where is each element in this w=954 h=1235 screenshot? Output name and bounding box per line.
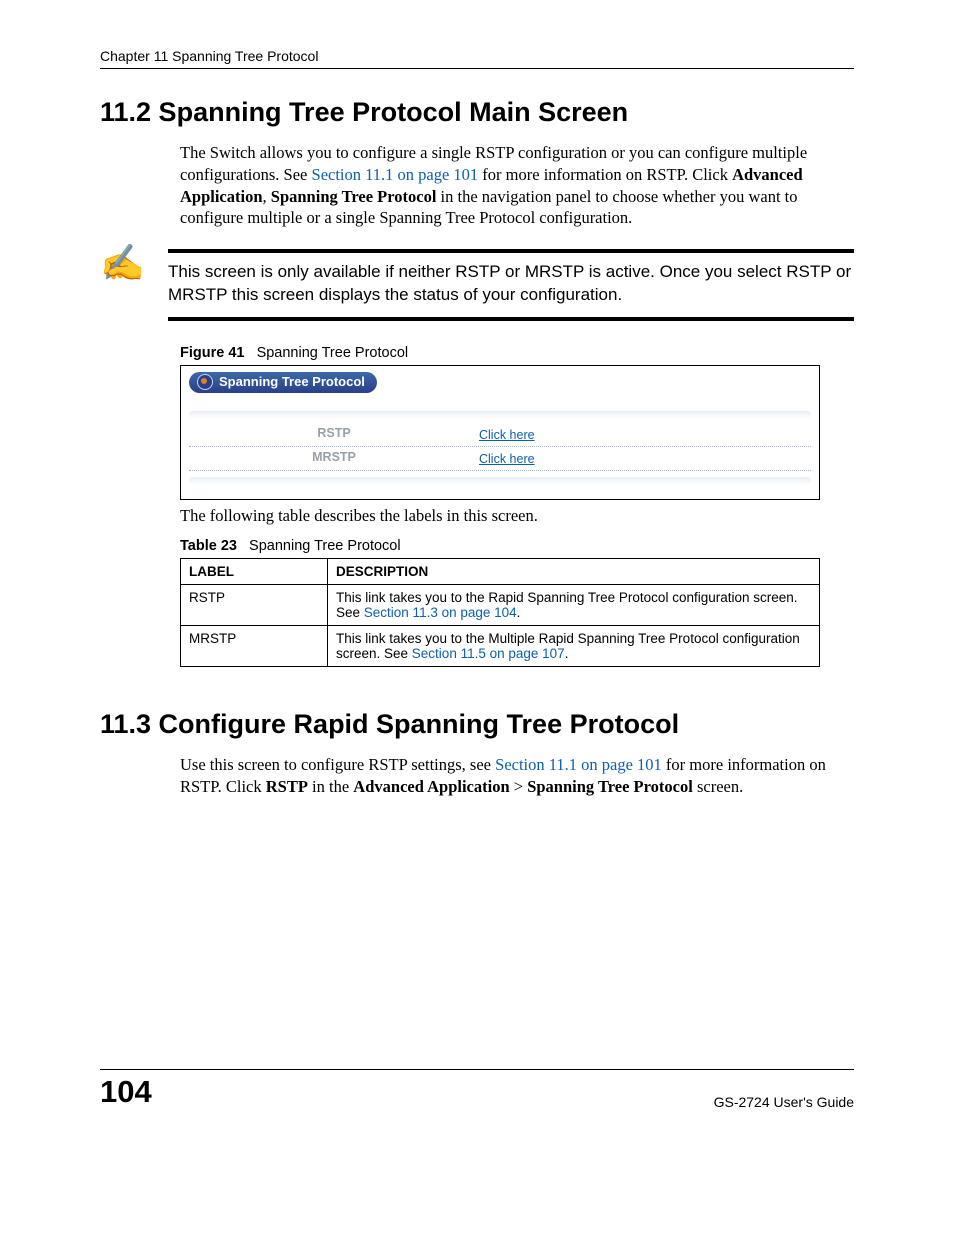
figure-caption: Figure 41 Spanning Tree Protocol bbox=[180, 345, 854, 361]
bold-text: Advanced Application bbox=[353, 777, 509, 796]
text: screen. bbox=[693, 777, 743, 796]
click-here-link[interactable]: Click here bbox=[479, 452, 535, 466]
click-here-link[interactable]: Click here bbox=[479, 428, 535, 442]
xref-link[interactable]: Section 11.1 on page 101 bbox=[495, 755, 662, 774]
figure-41: Figure 41 Spanning Tree Protocol Spannin… bbox=[180, 345, 854, 500]
screenshot-row-mrstp: MRSTP Click here bbox=[189, 447, 811, 471]
table-intro: The following table describes the labels… bbox=[180, 506, 854, 526]
description-table: LABEL DESCRIPTION RSTP This link takes y… bbox=[180, 558, 820, 667]
panel-title-text: Spanning Tree Protocol bbox=[219, 374, 365, 389]
screenshot-row-rstp: RSTP Click here bbox=[189, 423, 811, 447]
section-11-3-title: 11.3 Configure Rapid Spanning Tree Proto… bbox=[100, 709, 854, 740]
note-text: This screen is only available if neither… bbox=[168, 249, 854, 321]
table-title: Spanning Tree Protocol bbox=[249, 538, 401, 554]
table-row: RSTP This link takes you to the Rapid Sp… bbox=[181, 584, 820, 625]
figure-title: Spanning Tree Protocol bbox=[257, 345, 409, 361]
bold-text: Spanning Tree Protocol bbox=[527, 777, 693, 796]
section-11-3: 11.3 Configure Rapid Spanning Tree Proto… bbox=[100, 709, 854, 798]
text: > bbox=[510, 777, 528, 796]
table-caption: Table 23 Spanning Tree Protocol bbox=[180, 538, 854, 554]
note-callout: ✍ This screen is only available if neith… bbox=[100, 249, 854, 321]
screenshot-panel: Spanning Tree Protocol RSTP Click here M… bbox=[180, 365, 820, 500]
col-header-description: DESCRIPTION bbox=[328, 558, 820, 584]
row-label: RSTP bbox=[189, 426, 479, 444]
paragraph: Use this screen to configure RSTP settin… bbox=[180, 754, 854, 798]
cell-description: This link takes you to the Multiple Rapi… bbox=[328, 625, 820, 666]
cell-label: MRSTP bbox=[181, 625, 328, 666]
text: , bbox=[263, 187, 271, 206]
text: . bbox=[517, 605, 521, 620]
pill-dot-icon bbox=[197, 374, 213, 390]
section-11-3-body: Use this screen to configure RSTP settin… bbox=[180, 754, 854, 798]
col-header-label: LABEL bbox=[181, 558, 328, 584]
xref-link[interactable]: Section 11.1 on page 101 bbox=[312, 165, 479, 184]
panel-title-pill: Spanning Tree Protocol bbox=[189, 372, 377, 393]
panel-divider bbox=[189, 411, 811, 419]
panel-divider bbox=[189, 477, 811, 485]
table-23: Table 23 Spanning Tree Protocol LABEL DE… bbox=[180, 538, 854, 667]
section-11-2-body: The Switch allows you to configure a sin… bbox=[180, 142, 854, 229]
figure-label: Figure 41 bbox=[180, 345, 244, 361]
page-footer: 104 GS-2724 User's Guide bbox=[100, 1069, 854, 1110]
table-header-row: LABEL DESCRIPTION bbox=[181, 558, 820, 584]
running-header: Chapter 11 Spanning Tree Protocol bbox=[100, 48, 854, 69]
cell-description: This link takes you to the Rapid Spannin… bbox=[328, 584, 820, 625]
chapter-label: Chapter 11 Spanning Tree Protocol bbox=[100, 48, 318, 64]
page-number: 104 bbox=[100, 1074, 152, 1110]
section-11-2-title: 11.2 Spanning Tree Protocol Main Screen bbox=[100, 97, 854, 128]
xref-link[interactable]: Section 11.3 on page 104 bbox=[364, 605, 517, 620]
text: Use this screen to configure RSTP settin… bbox=[180, 755, 495, 774]
guide-name: GS-2724 User's Guide bbox=[714, 1094, 854, 1110]
bold-text: Spanning Tree Protocol bbox=[271, 187, 437, 206]
row-label: MRSTP bbox=[189, 450, 479, 468]
bold-text: RSTP bbox=[266, 777, 308, 796]
table-label: Table 23 bbox=[180, 538, 237, 554]
cell-label: RSTP bbox=[181, 584, 328, 625]
paragraph: The Switch allows you to configure a sin… bbox=[180, 142, 854, 229]
text: . bbox=[565, 646, 569, 661]
text: for more information on RSTP. Click bbox=[478, 165, 732, 184]
text: in the bbox=[308, 777, 353, 796]
note-icon: ✍ bbox=[100, 249, 168, 278]
xref-link[interactable]: Section 11.5 on page 107 bbox=[412, 646, 565, 661]
table-row: MRSTP This link takes you to the Multipl… bbox=[181, 625, 820, 666]
